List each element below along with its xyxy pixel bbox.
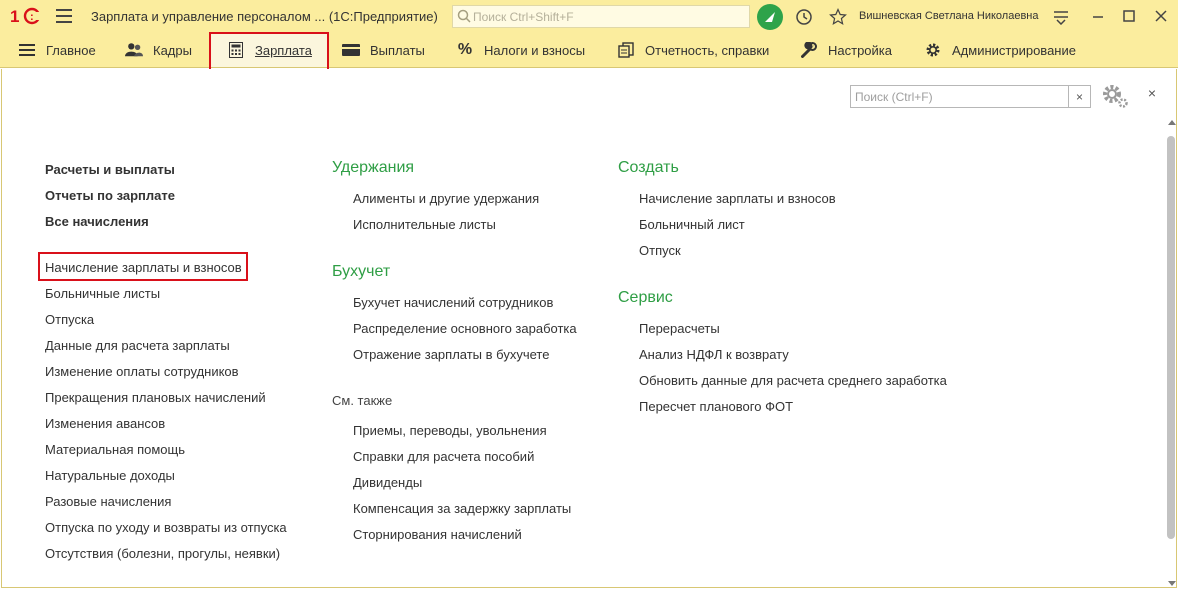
global-search-field[interactable]: [452, 5, 750, 28]
svg-text::: :: [30, 11, 34, 23]
panel-search-field[interactable]: [850, 85, 1069, 108]
wrench-icon: [800, 41, 818, 59]
group-title-create: Создать: [618, 159, 679, 176]
people-icon: [125, 41, 143, 59]
svg-text:1: 1: [10, 7, 19, 26]
nav-link-payroll-accrual[interactable]: Начисление зарплаты и взносов: [45, 260, 242, 275]
list-item[interactable]: Отпуска по уходу и возвраты из отпуска: [45, 520, 287, 535]
group-title-accounting: Бухучет: [332, 263, 391, 280]
scroll-down-arrow-icon[interactable]: [1168, 581, 1176, 586]
nav-link-salary-reports[interactable]: Отчеты по зарплате: [45, 188, 175, 203]
list-item[interactable]: Справки для расчета пособий: [353, 449, 534, 464]
section-label: Отчетность, справки: [645, 42, 770, 58]
section-reports[interactable]: Отчетность, справки: [617, 33, 769, 67]
list-item[interactable]: Анализ НДФЛ к возврату: [639, 347, 789, 362]
group-title-see-also: См. также: [332, 393, 393, 408]
settings-menu-icon[interactable]: [1053, 9, 1069, 25]
calculator-icon: [227, 41, 245, 59]
nav-link-calc-payments[interactable]: Расчеты и выплаты: [45, 162, 175, 177]
list-item[interactable]: Больничный лист: [639, 217, 745, 232]
nav-link-all-accruals[interactable]: Все начисления: [45, 214, 149, 229]
gear-icon: [924, 41, 942, 59]
panel-settings-gear-icon[interactable]: [1101, 83, 1129, 109]
list-item[interactable]: Пересчет планового ФОТ: [639, 399, 793, 414]
favorites-star-icon[interactable]: [829, 8, 847, 26]
title-bar: 1 : Зарплата и управление персоналом ...…: [0, 0, 1178, 33]
list-item[interactable]: Разовые начисления: [45, 494, 171, 509]
close-window-icon[interactable]: [1154, 9, 1168, 23]
current-user-name[interactable]: Вишневская Светлана Николаевна: [859, 10, 1039, 22]
card-icon: [342, 41, 360, 59]
list-item[interactable]: Изменение оплаты сотрудников: [45, 364, 239, 379]
group-title-service: Сервис: [618, 289, 673, 306]
clear-search-button[interactable]: ×: [1069, 85, 1091, 108]
list-item[interactable]: Отпуска: [45, 312, 94, 327]
list-item[interactable]: Прекращения плановых начислений: [45, 390, 266, 405]
section-label: Налоги и взносы: [484, 42, 586, 58]
list-item[interactable]: Обновить данные для расчета среднего зар…: [639, 373, 947, 388]
maximize-icon[interactable]: [1122, 9, 1136, 23]
close-panel-button[interactable]: ×: [1145, 86, 1159, 100]
history-icon[interactable]: [795, 8, 813, 26]
section-settings[interactable]: Настройка: [800, 33, 892, 67]
1c-logo-icon[interactable]: 1 :: [10, 6, 44, 26]
section-taxes[interactable]: % Налоги и взносы: [456, 33, 585, 67]
list-item[interactable]: Отпуск: [639, 243, 681, 258]
menu-lines-icon: [18, 41, 36, 59]
minimize-icon[interactable]: [1091, 9, 1105, 23]
list-item[interactable]: Изменения авансов: [45, 416, 165, 431]
list-item[interactable]: Распределение основного заработка: [353, 321, 577, 336]
section-main[interactable]: Главное: [18, 33, 96, 67]
section-administration[interactable]: Администрирование: [924, 33, 1076, 67]
list-item[interactable]: Исполнительные листы: [353, 217, 496, 232]
search-icon: [457, 9, 471, 23]
section-content-panel: × × Расчеты и выплаты Отчеты по зарплате…: [1, 69, 1177, 588]
list-item[interactable]: Данные для расчета зарплаты: [45, 338, 230, 353]
list-item[interactable]: Материальная помощь: [45, 442, 185, 457]
list-item[interactable]: Отражение зарплаты в бухучете: [353, 347, 549, 362]
section-label: Кадры: [153, 42, 192, 58]
section-salary[interactable]: Зарплата: [211, 33, 327, 67]
reports-icon: [617, 41, 635, 59]
section-label: Главное: [46, 42, 96, 58]
main-menu-icon[interactable]: [56, 9, 72, 23]
list-item[interactable]: Компенсация за задержку зарплаты: [353, 501, 571, 516]
list-item[interactable]: Отсутствия (болезни, прогулы, неявки): [45, 546, 280, 561]
section-label: Администрирование: [952, 42, 1076, 58]
percent-icon: %: [457, 41, 473, 58]
notifications-icon[interactable]: [757, 4, 783, 30]
list-item[interactable]: Начисление зарплаты и взносов: [639, 191, 836, 206]
list-item[interactable]: Приемы, переводы, увольнения: [353, 423, 547, 438]
section-hr[interactable]: Кадры: [125, 33, 192, 67]
list-item[interactable]: Сторнирования начислений: [353, 527, 522, 542]
list-item[interactable]: Бухучет начислений сотрудников: [353, 295, 553, 310]
group-title-deductions: Удержания: [332, 159, 415, 176]
section-payments[interactable]: Выплаты: [342, 33, 425, 67]
list-item[interactable]: Алименты и другие удержания: [353, 191, 539, 206]
window-title: Зарплата и управление персоналом ... (1С…: [91, 9, 438, 24]
section-label: Настройка: [828, 42, 892, 58]
global-search-input[interactable]: [473, 8, 743, 25]
panel-search-input[interactable]: [855, 88, 1065, 105]
vertical-scrollbar[interactable]: [1166, 120, 1177, 586]
list-item[interactable]: Больничные листы: [45, 286, 160, 301]
list-item[interactable]: Натуральные доходы: [45, 468, 175, 483]
section-label: Выплаты: [370, 42, 425, 58]
scrollbar-thumb[interactable]: [1167, 136, 1175, 539]
list-item[interactable]: Перерасчеты: [639, 321, 720, 336]
sections-panel: Главное Кадры Зарплата Выплаты % Налоги …: [0, 33, 1178, 68]
list-item[interactable]: Дивиденды: [353, 475, 422, 490]
section-label: Зарплата: [255, 42, 312, 58]
scroll-up-arrow-icon[interactable]: [1168, 120, 1176, 125]
